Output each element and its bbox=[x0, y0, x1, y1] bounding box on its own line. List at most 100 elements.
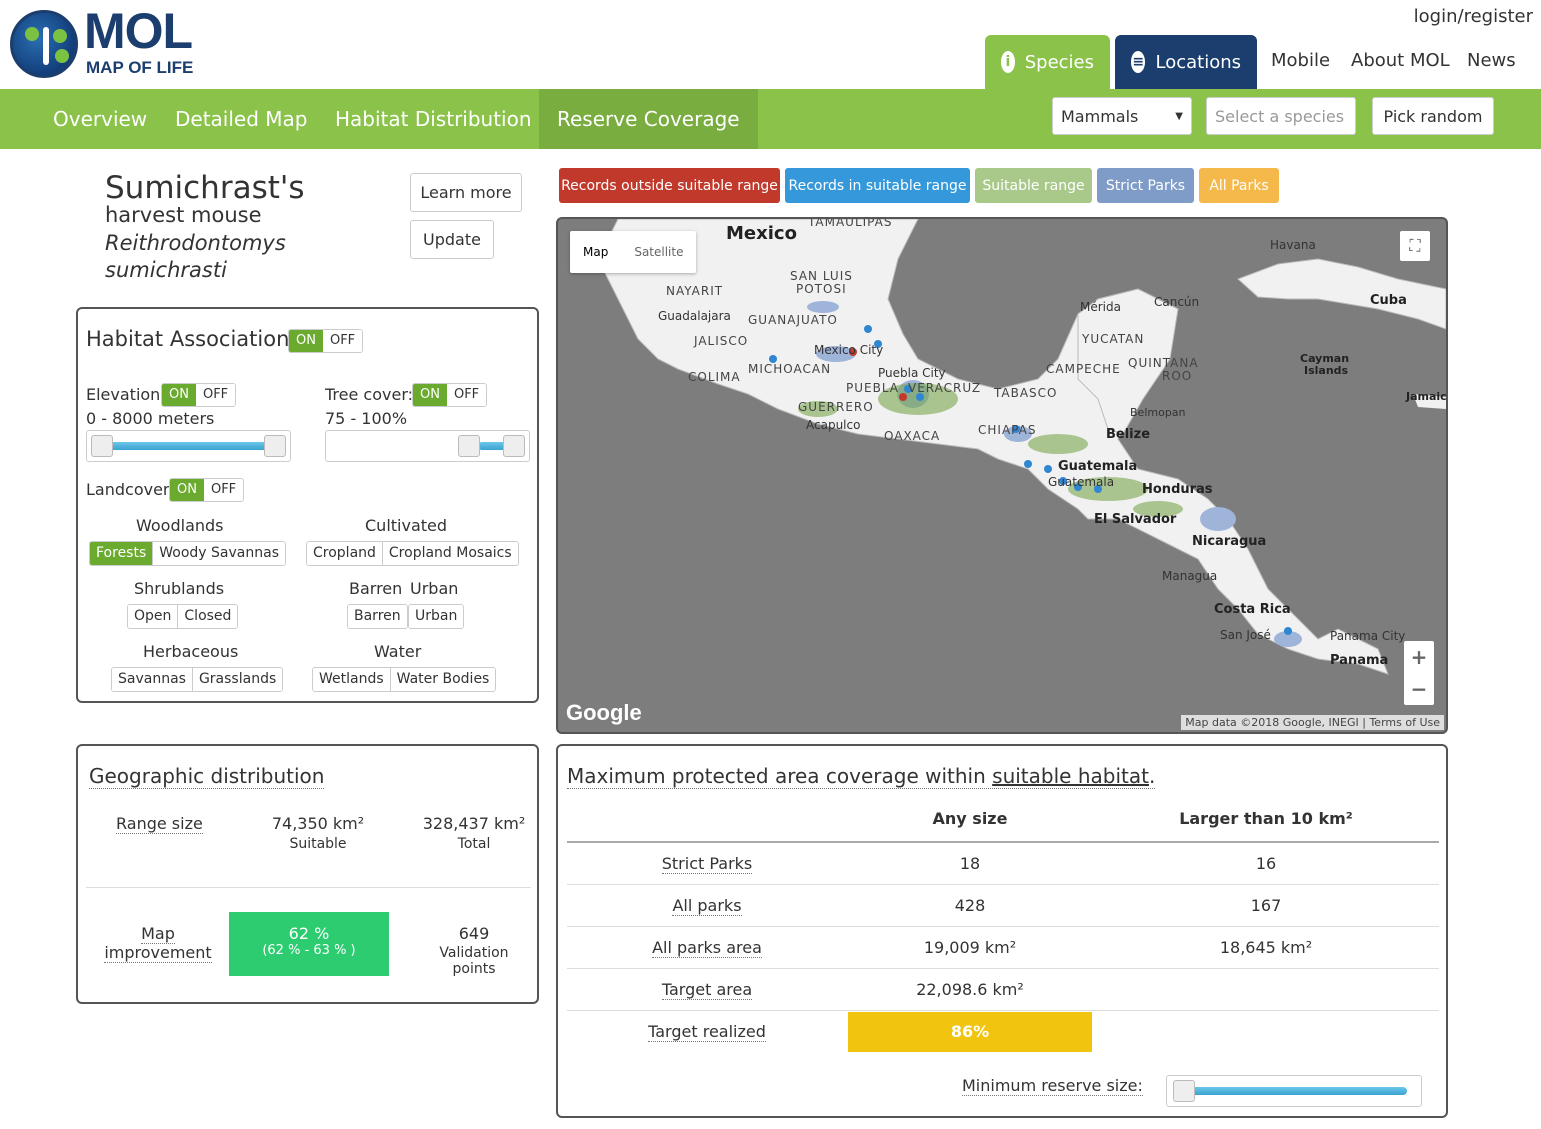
map-label: QUINTANA bbox=[1128, 356, 1199, 370]
map-improvement-box: 62 % (62 % - 63 % ) bbox=[229, 912, 389, 976]
learn-more-button[interactable]: Learn more bbox=[410, 173, 522, 212]
table-row: All parks 428 167 bbox=[567, 884, 1439, 927]
map-label: PUEBLA bbox=[846, 381, 900, 395]
woodlands-title: Woodlands bbox=[136, 516, 224, 535]
chip-open[interactable]: Open bbox=[128, 605, 178, 628]
legend-records-inside[interactable]: Records in suitable range bbox=[785, 168, 970, 203]
map-label: MICHOACAN bbox=[748, 362, 832, 376]
mobile-link[interactable]: Mobile bbox=[1271, 50, 1330, 71]
login-register-link[interactable]: login/register bbox=[1414, 6, 1533, 27]
nav-detailed-map[interactable]: Detailed Map bbox=[157, 89, 325, 149]
map-label: SAN LUIS bbox=[790, 269, 853, 283]
coverage-table: Any size Larger than 10 km² Strict Parks… bbox=[567, 796, 1439, 1053]
slider-handle-max[interactable] bbox=[503, 435, 525, 457]
toggle-off[interactable]: OFF bbox=[195, 384, 236, 406]
barren-title: Barren bbox=[349, 579, 403, 598]
list-icon: ≡ bbox=[1131, 51, 1146, 73]
chip-savannas[interactable]: Savannas bbox=[112, 668, 192, 691]
map-attribution: Map data ©2018 Google, INEGI | Terms of … bbox=[1181, 715, 1444, 730]
slider-handle[interactable] bbox=[1173, 1080, 1195, 1102]
slider-handle-min[interactable] bbox=[91, 435, 113, 457]
habitat-title: Habitat Associations bbox=[86, 327, 301, 351]
barren-urban-chips[interactable]: Barren bbox=[347, 604, 408, 629]
chip-water-bodies[interactable]: Water Bodies bbox=[389, 668, 496, 691]
herbaceous-chips[interactable]: Savannas Grasslands bbox=[111, 667, 284, 692]
map-label: El Salvador bbox=[1094, 512, 1177, 527]
logo-title[interactable]: MOL bbox=[84, 6, 193, 56]
map-label: Guatemala bbox=[1048, 475, 1115, 489]
chip-cropland[interactable]: Cropland bbox=[307, 542, 382, 565]
elevation-toggle[interactable]: ON OFF bbox=[161, 383, 237, 407]
fullscreen-icon[interactable]: ⛶ bbox=[1400, 231, 1430, 261]
tab-locations[interactable]: ≡ Locations bbox=[1115, 35, 1257, 89]
range-map[interactable]: Map Satellite ⛶ Mexico TAMAULIPAS SAN LU… bbox=[556, 217, 1448, 734]
mol-logo-icon[interactable] bbox=[10, 10, 78, 78]
tab-locations-label: Locations bbox=[1155, 51, 1241, 73]
habitat-toggle[interactable]: ON OFF bbox=[288, 329, 364, 353]
nav-reserve-coverage[interactable]: Reserve Coverage bbox=[539, 89, 758, 149]
toggle-off[interactable]: OFF bbox=[203, 479, 244, 501]
map-tab-map[interactable]: Map bbox=[570, 231, 621, 273]
toggle-off[interactable]: OFF bbox=[322, 330, 363, 352]
caret-down-icon: ▼ bbox=[1175, 110, 1183, 122]
taxon-group-select[interactable]: Mammals ▼ bbox=[1052, 97, 1192, 135]
about-mol-link[interactable]: About MOL bbox=[1351, 50, 1450, 71]
elevation-range: 0 - 8000 meters bbox=[86, 409, 215, 428]
news-link[interactable]: News bbox=[1467, 50, 1516, 71]
species-scientific-name: Reithrodontomys sumichrasti bbox=[105, 231, 286, 282]
suitable-habitat-link[interactable]: suitable habitat bbox=[992, 764, 1149, 788]
terms-of-use-link[interactable]: Terms of Use bbox=[1369, 716, 1440, 729]
min-reserve-label: Minimum reserve size: bbox=[962, 1076, 1143, 1096]
legend-strict-parks[interactable]: Strict Parks bbox=[1097, 168, 1194, 203]
toggle-on[interactable]: ON bbox=[170, 479, 204, 501]
urban-chips[interactable]: Urban bbox=[408, 604, 465, 629]
slider-handle-max[interactable] bbox=[264, 435, 286, 457]
tab-species[interactable]: i Species bbox=[985, 35, 1110, 89]
pick-random-button[interactable]: Pick random bbox=[1372, 97, 1494, 135]
map-label: Honduras bbox=[1142, 482, 1213, 497]
chip-wetlands[interactable]: Wetlands bbox=[313, 668, 390, 691]
cultivated-chips[interactable]: Cropland Cropland Mosaics bbox=[306, 541, 519, 566]
update-button[interactable]: Update bbox=[410, 220, 494, 259]
toggle-on[interactable]: ON bbox=[289, 330, 323, 352]
tree-cover-label: Tree cover: bbox=[325, 385, 414, 404]
toggle-off[interactable]: OFF bbox=[446, 384, 487, 406]
zoom-in-button[interactable]: + bbox=[1404, 641, 1434, 673]
landcover-toggle[interactable]: ON OFF bbox=[169, 478, 245, 502]
toggle-on[interactable]: ON bbox=[162, 384, 196, 406]
species-search-input[interactable]: Select a species bbox=[1206, 97, 1356, 135]
nav-habitat-distribution[interactable]: Habitat Distribution bbox=[317, 89, 550, 149]
toggle-on[interactable]: ON bbox=[413, 384, 447, 406]
species-common-name-line2: harvest mouse bbox=[105, 203, 262, 227]
zoom-control[interactable]: + − bbox=[1404, 641, 1434, 705]
cell-large: 16 bbox=[1093, 842, 1439, 885]
chip-barren[interactable]: Barren bbox=[348, 605, 407, 628]
chip-grasslands[interactable]: Grasslands bbox=[191, 668, 283, 691]
chip-closed[interactable]: Closed bbox=[177, 605, 238, 628]
map-tab-satellite[interactable]: Satellite bbox=[621, 231, 696, 273]
cell-any: 18 bbox=[847, 842, 1093, 885]
improvement-value: 62 % bbox=[288, 924, 330, 943]
shrublands-chips[interactable]: Open Closed bbox=[127, 604, 239, 629]
map-label: Cuba bbox=[1370, 293, 1407, 308]
slider-handle-min[interactable] bbox=[458, 435, 480, 457]
zoom-out-button[interactable]: − bbox=[1404, 673, 1434, 705]
map-label: CHIAPAS bbox=[978, 423, 1037, 437]
chip-woody-savannas[interactable]: Woody Savannas bbox=[152, 542, 285, 565]
water-chips[interactable]: Wetlands Water Bodies bbox=[312, 667, 497, 692]
chip-urban[interactable]: Urban bbox=[409, 605, 464, 628]
elevation-slider[interactable] bbox=[86, 430, 291, 462]
map-type-control[interactable]: Map Satellite bbox=[570, 231, 697, 273]
min-reserve-slider[interactable] bbox=[1166, 1075, 1422, 1107]
tree-cover-slider[interactable] bbox=[325, 430, 530, 462]
legend-suitable-range[interactable]: Suitable range bbox=[975, 168, 1092, 203]
woodlands-chips[interactable]: Forests Woody Savannas bbox=[89, 541, 286, 566]
tree-cover-toggle[interactable]: ON OFF bbox=[412, 383, 488, 407]
legend-records-outside[interactable]: Records outside suitable range bbox=[559, 168, 780, 203]
nav-overview[interactable]: Overview bbox=[35, 89, 165, 149]
cultivated-title: Cultivated bbox=[365, 516, 448, 535]
urban-title: Urban bbox=[410, 579, 459, 598]
chip-forests[interactable]: Forests bbox=[90, 542, 153, 565]
legend-all-parks[interactable]: All Parks bbox=[1199, 168, 1279, 203]
chip-cropland-mosaics[interactable]: Cropland Mosaics bbox=[381, 542, 518, 565]
